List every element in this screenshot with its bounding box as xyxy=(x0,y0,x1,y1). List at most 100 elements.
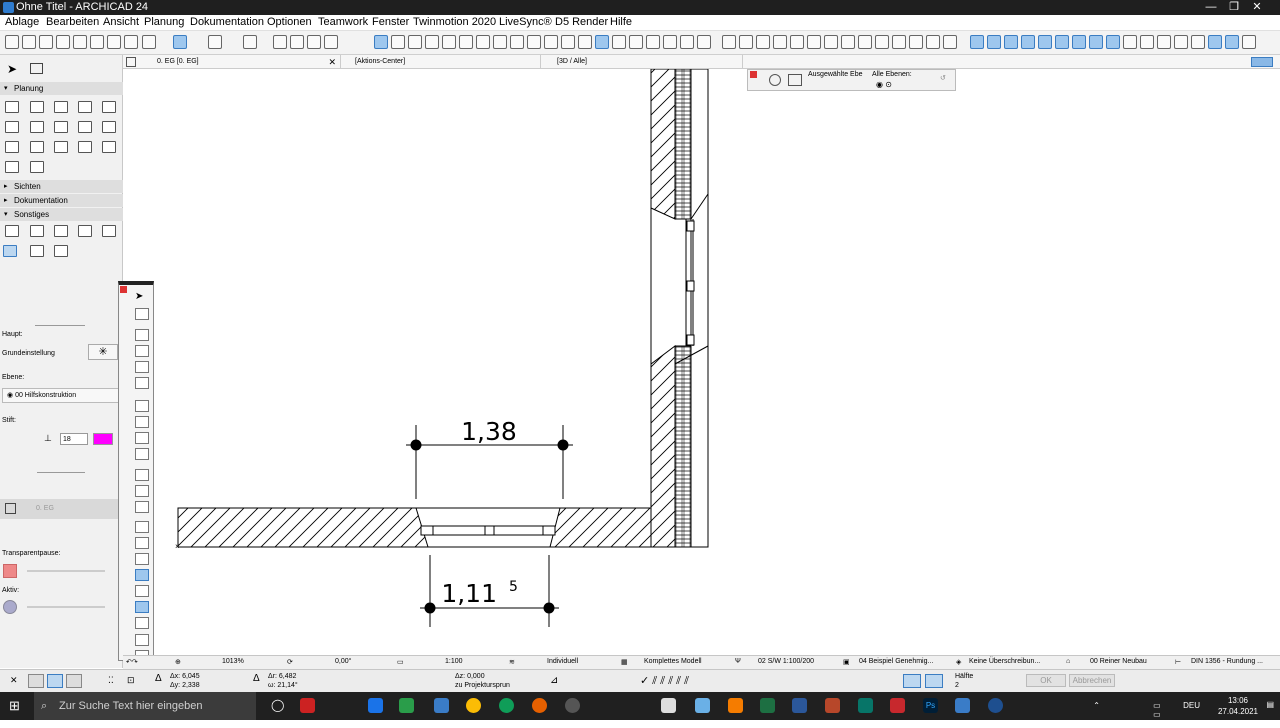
windows-start-icon[interactable]: ⊞ xyxy=(9,698,20,714)
rotate-icon[interactable] xyxy=(135,329,149,341)
camera-tool-icon[interactable] xyxy=(54,245,68,257)
taskbar-archicad-icon[interactable] xyxy=(434,698,449,713)
tab-3d[interactable]: [3D / Alle] xyxy=(543,55,743,69)
layer-stack-icon[interactable] xyxy=(135,601,149,613)
morph-mode-icon[interactable] xyxy=(1174,35,1188,49)
lamp-tool-icon[interactable] xyxy=(30,245,44,257)
renovation-icon[interactable]: ⌂ xyxy=(1066,658,1070,665)
palette-close-icon[interactable] xyxy=(750,71,757,78)
3d-box-icon[interactable] xyxy=(722,35,736,49)
menu-teamwork[interactable]: Teamwork xyxy=(318,16,368,28)
interior-elevation-icon[interactable] xyxy=(807,35,821,49)
half-value[interactable]: 2 xyxy=(955,682,959,689)
curtain-wall-mode-icon[interactable] xyxy=(1208,35,1222,49)
layer-combo-icon[interactable]: ▣ xyxy=(843,658,850,666)
taskbar-calculator-icon[interactable] xyxy=(661,698,676,713)
stack-icon[interactable] xyxy=(135,585,149,597)
grid-tool-icon[interactable] xyxy=(5,225,19,237)
hand-icon[interactable] xyxy=(307,35,321,49)
tab-overview-icon[interactable] xyxy=(126,57,136,67)
dimension-top[interactable]: 1,38 xyxy=(406,417,573,499)
distribute-icon[interactable] xyxy=(493,35,507,49)
hotspot-settings-button[interactable]: ✳ xyxy=(88,344,118,360)
settings-icon[interactable] xyxy=(943,35,957,49)
favorites-star-icon[interactable] xyxy=(578,35,592,49)
snap-to-nodes-icon[interactable] xyxy=(135,569,149,581)
menu-fenster[interactable]: Fenster xyxy=(372,16,409,28)
guide-icon[interactable] xyxy=(142,35,156,49)
split-element-icon[interactable] xyxy=(135,469,149,481)
worksheet-icon[interactable] xyxy=(841,35,855,49)
marquee-select-icon[interactable] xyxy=(30,63,43,74)
suspend-groups-icon[interactable] xyxy=(208,35,222,49)
trim-icon[interactable] xyxy=(135,485,149,497)
menu-planung[interactable]: Planung xyxy=(144,16,184,28)
layer-combination-icon[interactable] xyxy=(612,35,626,49)
hatch-mode-icon[interactable] xyxy=(1038,35,1052,49)
stretch-icon[interactable] xyxy=(425,35,439,49)
save-icon[interactable] xyxy=(5,35,19,49)
tray-chevron-icon[interactable]: ⌃ xyxy=(1093,701,1100,710)
taskbar-app-red-icon[interactable] xyxy=(300,698,315,713)
text-tool-icon[interactable] xyxy=(544,35,558,49)
renovation-icon[interactable] xyxy=(697,35,711,49)
taskbar-flame-icon[interactable] xyxy=(728,698,743,713)
3d-window-icon[interactable] xyxy=(739,35,753,49)
arrow-select-icon[interactable]: ➤ xyxy=(7,63,18,76)
object-mode-icon[interactable] xyxy=(1140,35,1154,49)
notification-icon[interactable]: ▤ xyxy=(1266,700,1274,709)
close-icon[interactable]: ✕ xyxy=(1234,0,1280,15)
dimension-bottom[interactable]: 1,11 5 xyxy=(420,555,559,627)
floor-plan-canvas[interactable]: 1,38 1,11 5 × xyxy=(123,68,1280,655)
wall-mode-icon[interactable] xyxy=(970,35,984,49)
all-layers-eye-icon[interactable]: ◉ ⊙ xyxy=(876,80,892,89)
camera-icon[interactable] xyxy=(756,35,770,49)
override-icon[interactable]: ◈ xyxy=(956,658,961,666)
cancel-button[interactable]: Abbrechen xyxy=(1069,674,1115,687)
layers-icon[interactable] xyxy=(135,617,149,629)
menu-ablage[interactable]: Ablage xyxy=(5,16,39,28)
coord-origin-icon[interactable]: ⊡ xyxy=(127,675,135,686)
menu-dokumentation[interactable]: Dokumentation xyxy=(190,16,264,28)
hotspot-tool-icon[interactable] xyxy=(3,245,17,257)
door-tool-icon[interactable] xyxy=(54,141,68,153)
taskbar-search-input[interactable]: ⌕ Zur Suche Text hier eingeben xyxy=(34,692,256,720)
beam-tool-icon[interactable] xyxy=(54,101,68,113)
input-language[interactable]: DEU xyxy=(1183,701,1200,710)
tab-floorplan[interactable]: 0. EG [0. EG] ✕ xyxy=(143,55,341,69)
column-mode-icon[interactable] xyxy=(1242,35,1256,49)
railing-tool-icon[interactable] xyxy=(30,141,44,153)
stair-tool-icon[interactable] xyxy=(5,141,19,153)
hotlink-icon[interactable] xyxy=(892,35,906,49)
figure-tool-icon[interactable] xyxy=(54,225,68,237)
elevation-icon[interactable] xyxy=(790,35,804,49)
undo-icon[interactable] xyxy=(22,35,36,49)
taskbar-app-green-icon[interactable] xyxy=(399,698,414,713)
coord-dr[interactable]: Δr: 6,482 xyxy=(268,673,296,680)
elevate-icon[interactable] xyxy=(135,361,149,373)
resize-icon[interactable] xyxy=(135,377,149,389)
adjust-icon[interactable] xyxy=(459,35,473,49)
snap-guides-toggle-icon[interactable] xyxy=(47,674,63,688)
palette-reset-icon[interactable]: ↺ xyxy=(940,74,946,82)
close-tracker-icon[interactable]: ✕ xyxy=(10,675,18,686)
magic-wand-icon[interactable] xyxy=(56,35,70,49)
person-icon[interactable] xyxy=(135,634,149,646)
taskbar-sync-icon[interactable] xyxy=(368,698,383,713)
geometry-method-icons[interactable]: ✓ ⫽ ⫽ ⫽ ⫽ ⫽ xyxy=(640,674,689,688)
taskbar-word-icon[interactable] xyxy=(792,698,807,713)
group-icon[interactable] xyxy=(527,35,541,49)
coord-dz[interactable]: Δz: 0,000 xyxy=(455,673,485,680)
grid-points-icon[interactable]: ⁚⁚ xyxy=(108,675,114,686)
taskbar-app-icon[interactable] xyxy=(565,698,580,713)
tab-navigator-icon[interactable] xyxy=(1251,57,1273,67)
edit-palette-close-icon[interactable] xyxy=(120,286,127,293)
section-sichten[interactable]: Sichten xyxy=(0,180,123,193)
dimension-icon[interactable]: ⊢ xyxy=(1175,658,1181,666)
zoom-value[interactable]: 1013% xyxy=(222,658,244,665)
tray-icons[interactable]: ▭ ▭ ◁) xyxy=(1153,701,1162,728)
menu-livesync[interactable]: LiveSync® xyxy=(499,16,552,28)
spline-tool-icon[interactable] xyxy=(78,225,92,237)
pen-sets-icon[interactable] xyxy=(680,35,694,49)
column-tool-icon[interactable] xyxy=(30,101,44,113)
